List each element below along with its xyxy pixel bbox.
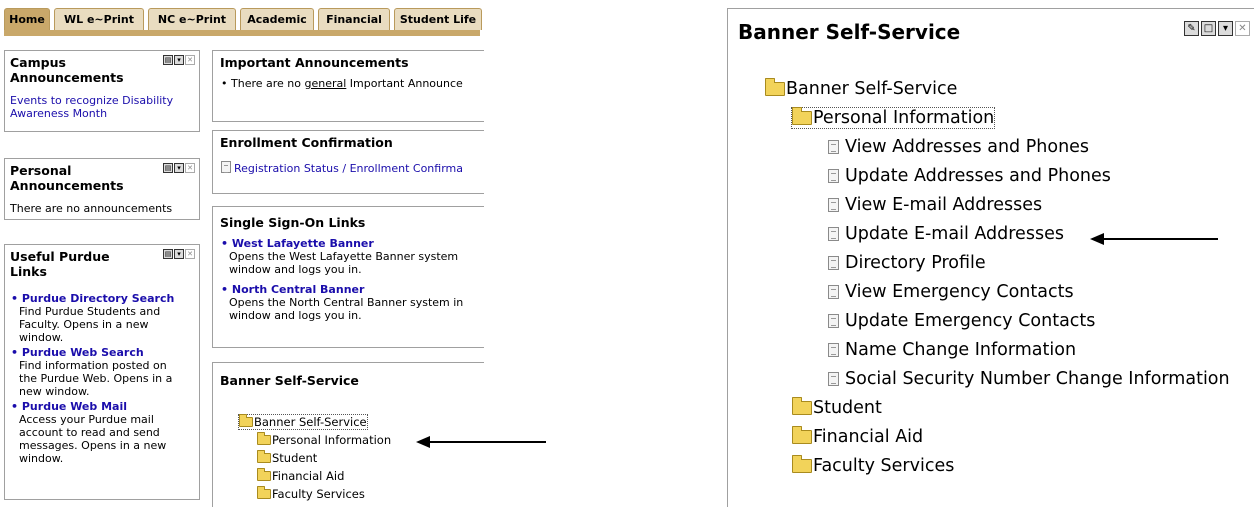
minimize-icon[interactable]: ▾: [174, 55, 184, 65]
folder-icon: [792, 426, 812, 444]
minimize-icon[interactable]: ▾: [174, 163, 184, 173]
panel-controls: ✎ □ ▾ ✕: [1184, 21, 1250, 36]
tree-root[interactable]: Banner Self-Service: [765, 75, 1230, 104]
tab-student-life[interactable]: Student Life: [394, 8, 482, 30]
edit-icon[interactable]: ✎: [1184, 21, 1199, 36]
edit-icon[interactable]: ▤: [163, 163, 173, 173]
list-item: • Purdue Web Mail Access your Purdue mai…: [11, 400, 167, 465]
open-folder-icon: [239, 414, 253, 427]
tree-page-update-email[interactable]: Update E-mail Addresses: [765, 220, 1230, 249]
document-icon: [828, 169, 839, 183]
edit-icon[interactable]: ▤: [163, 249, 173, 259]
sso-title: Single Sign-On Links: [220, 215, 366, 230]
registration-status-link[interactable]: Registration Status / Enrollment Confirm…: [221, 161, 463, 175]
tree-page-ssn-change[interactable]: Social Security Number Change Informatio…: [765, 365, 1230, 394]
close-icon[interactable]: ✕: [1235, 21, 1250, 36]
tree-folder-faculty-services[interactable]: Faculty Services: [239, 485, 391, 503]
tree-folder-student[interactable]: Student: [765, 394, 1230, 423]
sso-list: • West Lafayette Banner Opens the West L…: [221, 237, 463, 322]
folder-icon: [257, 432, 271, 445]
north-central-banner-link[interactable]: North Central Banner: [232, 283, 365, 296]
list-item: • West Lafayette Banner Opens the West L…: [221, 237, 459, 276]
document-icon: [828, 140, 839, 154]
tree-folder-financial-aid[interactable]: Financial Aid: [239, 467, 391, 485]
banner-large-title: Banner Self-Service: [738, 20, 961, 44]
banner-large-panel: Banner Self-Service ✎ □ ▾ ✕ Banner Self-…: [727, 8, 1254, 507]
tab-academic[interactable]: Academic: [240, 8, 314, 30]
close-icon[interactable]: ✕: [185, 55, 195, 65]
tree-root[interactable]: Banner Self-Service: [238, 414, 368, 430]
list-item: • North Central Banner Opens the North C…: [221, 283, 464, 322]
west-lafayette-banner-link[interactable]: West Lafayette Banner: [232, 237, 374, 250]
document-icon: [828, 285, 839, 299]
banner-small-title: Banner Self-Service: [220, 373, 359, 388]
tree-page-directory-profile[interactable]: Directory Profile: [765, 249, 1230, 278]
no-announcements-text: There are no announcements: [10, 202, 173, 215]
tree-folder-personal-information[interactable]: Personal Information: [239, 431, 391, 449]
document-icon: [828, 343, 839, 357]
portal-tab-bar: Home WL e~Print NC e~Print Academic Fina…: [4, 8, 482, 36]
important-announcements-text: • There are no general Important Announc…: [221, 77, 463, 90]
maximize-icon[interactable]: □: [1201, 21, 1216, 36]
useful-links-list: • Purdue Directory Search Find Purdue St…: [11, 292, 197, 465]
personal-announcements-panel: Personal Announcements ▤ ▾ ✕ There are n…: [4, 158, 200, 220]
directory-search-link[interactable]: Purdue Directory Search: [22, 292, 174, 305]
tree-folder-financial-aid[interactable]: Financial Aid: [765, 423, 1230, 452]
web-search-link[interactable]: Purdue Web Search: [22, 346, 144, 359]
tab-wl-eprint[interactable]: WL e~Print: [54, 8, 144, 30]
tree-page-update-addresses[interactable]: Update Addresses and Phones: [765, 162, 1230, 191]
campus-announcements-title: Campus Announcements: [10, 55, 124, 85]
useful-links-panel: Useful Purdue Links ▤ ▾ ✕ • Purdue Direc…: [4, 244, 200, 500]
document-icon: [828, 256, 839, 270]
document-icon: [828, 227, 839, 241]
useful-links-title: Useful Purdue Links: [10, 249, 110, 279]
tree-folder-faculty-services[interactable]: Faculty Services: [765, 452, 1230, 481]
tab-nc-eprint[interactable]: NC e~Print: [148, 8, 236, 30]
panel-controls: ▤ ▾ ✕: [163, 249, 195, 260]
folder-icon: [257, 486, 271, 499]
enrollment-title: Enrollment Confirmation: [220, 135, 393, 150]
folder-icon: [257, 450, 271, 463]
close-icon[interactable]: ✕: [185, 249, 195, 259]
close-icon[interactable]: ✕: [185, 163, 195, 173]
general-link[interactable]: general: [305, 77, 347, 90]
document-icon: [828, 314, 839, 328]
document-icon: [828, 198, 839, 212]
folder-icon: [792, 455, 812, 473]
panel-controls: ▤ ▾ ✕: [163, 163, 195, 174]
panel-controls: ▤ ▾ ✕: [163, 55, 195, 66]
tree-page-update-emergency[interactable]: Update Emergency Contacts: [765, 307, 1230, 336]
web-mail-link[interactable]: Purdue Web Mail: [22, 400, 127, 413]
banner-small-tree: Banner Self-Service Personal Information…: [238, 413, 391, 503]
sso-panel: Single Sign-On Links • West Lafayette Ba…: [212, 206, 484, 348]
important-announcements-title: Important Announcements: [220, 55, 409, 70]
tree-page-name-change[interactable]: Name Change Information: [765, 336, 1230, 365]
tab-home[interactable]: Home: [4, 8, 50, 30]
tab-financial[interactable]: Financial: [318, 8, 390, 30]
tree-page-view-email[interactable]: View E-mail Addresses: [765, 191, 1230, 220]
document-icon: [221, 161, 231, 173]
open-folder-icon: [792, 107, 812, 125]
tree-folder-student[interactable]: Student: [239, 449, 391, 467]
open-folder-icon: [765, 78, 785, 96]
folder-icon: [257, 468, 271, 481]
personal-announcements-title: Personal Announcements: [10, 163, 124, 193]
tree-folder-personal-information[interactable]: Personal Information: [790, 107, 996, 129]
list-item: • Purdue Directory Search Find Purdue St…: [11, 292, 175, 344]
folder-icon: [792, 397, 812, 415]
list-item: • Purdue Web Search Find information pos…: [11, 346, 173, 398]
minimize-icon[interactable]: ▾: [174, 249, 184, 259]
campus-announcements-panel: Campus Announcements ▤ ▾ ✕ Events to rec…: [4, 50, 200, 132]
edit-icon[interactable]: ▤: [163, 55, 173, 65]
banner-small-panel: Banner Self-Service Banner Self-Service …: [212, 362, 484, 507]
enrollment-panel: Enrollment Confirmation Registration Sta…: [212, 130, 484, 194]
tree-page-view-addresses[interactable]: View Addresses and Phones: [765, 133, 1230, 162]
minimize-icon[interactable]: ▾: [1218, 21, 1233, 36]
tree-page-view-emergency[interactable]: View Emergency Contacts: [765, 278, 1230, 307]
important-announcements-panel: Important Announcements • There are no g…: [212, 50, 484, 122]
disability-awareness-link[interactable]: Events to recognize Disability Awareness…: [10, 94, 173, 120]
document-icon: [828, 372, 839, 386]
banner-large-tree: Banner Self-Service Personal Information…: [765, 75, 1230, 481]
